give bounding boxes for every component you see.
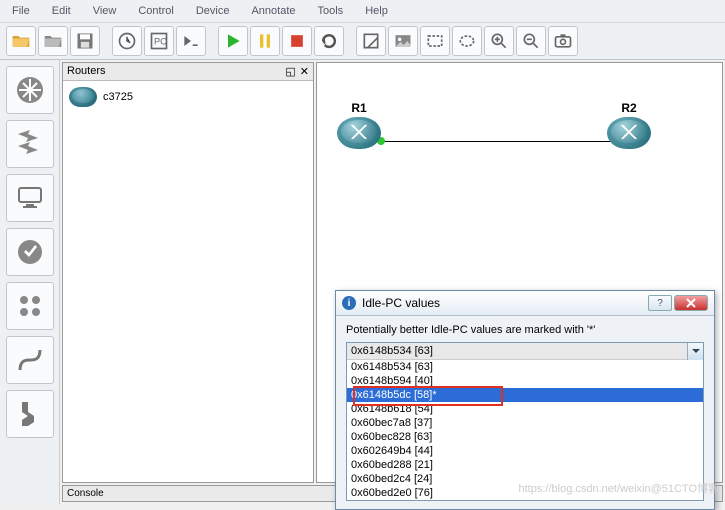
dialog-help-button[interactable]: ? — [648, 295, 672, 311]
node-label: R1 — [337, 101, 381, 115]
node-r1[interactable]: R1 — [337, 101, 381, 151]
connector-tool[interactable] — [6, 390, 54, 438]
menu-control[interactable]: Control — [134, 2, 177, 20]
svg-text:PC: PC — [154, 36, 167, 46]
open-button[interactable] — [6, 26, 36, 56]
menu-help[interactable]: Help — [361, 2, 392, 20]
combobox-dropdown: 0x6148b534 [63]0x6148b594 [40]0x6148b5dc… — [347, 359, 703, 500]
dialog-titlebar[interactable]: i Idle-PC values ? — [336, 291, 714, 316]
menu-file[interactable]: File — [8, 2, 34, 20]
router-template-label: c3725 — [103, 91, 133, 103]
menubar: File Edit View Control Device Annotate T… — [0, 0, 725, 23]
menu-view[interactable]: View — [89, 2, 121, 20]
zoomout-button[interactable] — [516, 26, 546, 56]
combobox-option[interactable]: 0x602649b4 [44] — [347, 444, 703, 458]
dialog-hint: Potentially better Idle-PC values are ma… — [346, 324, 704, 336]
save-button[interactable] — [70, 26, 100, 56]
pause-button[interactable] — [250, 26, 280, 56]
idlepc-button[interactable]: PC — [144, 26, 174, 56]
combobox-option[interactable]: 0x60bed288 [21] — [347, 458, 703, 472]
combobox-option[interactable]: 0x6148b5dc [58]* — [347, 388, 703, 402]
combobox-selected: 0x6148b534 [63] — [347, 343, 703, 359]
combobox-arrow-icon[interactable] — [687, 343, 703, 360]
router-icon — [337, 117, 381, 149]
reload-button[interactable] — [314, 26, 344, 56]
menu-edit[interactable]: Edit — [48, 2, 75, 20]
watermark: https://blog.csdn.net/weixin@51CTO博客 — [519, 480, 720, 496]
console-button[interactable] — [176, 26, 206, 56]
dialog-icon: i — [342, 296, 356, 310]
idlepc-combobox[interactable]: 0x6148b534 [63] 0x6148b534 [63]0x6148b59… — [346, 342, 704, 501]
router-icon — [69, 87, 97, 107]
all-category[interactable] — [6, 282, 54, 330]
router-template-item[interactable]: c3725 — [67, 85, 309, 109]
node-label: R2 — [607, 101, 651, 115]
play-button[interactable] — [218, 26, 248, 56]
combobox-option[interactable]: 0x6148b618 [54] — [347, 402, 703, 416]
combobox-option[interactable]: 0x60bec7a8 [37] — [347, 416, 703, 430]
node-r2[interactable]: R2 — [607, 101, 651, 151]
routers-panel-title: Routers — [67, 65, 106, 78]
rect-button[interactable] — [420, 26, 450, 56]
ellipse-button[interactable] — [452, 26, 482, 56]
combobox-option[interactable]: 0x6148b534 [63] — [347, 360, 703, 374]
menu-device[interactable]: Device — [192, 2, 234, 20]
clock-button[interactable] — [112, 26, 142, 56]
routers-panel: Routers ◱ ✕ c3725 — [62, 62, 314, 483]
switches-category[interactable] — [6, 120, 54, 168]
panel-close-icon[interactable]: ✕ — [300, 65, 309, 78]
link-r1-r2[interactable] — [381, 141, 617, 142]
zoomin-button[interactable] — [484, 26, 514, 56]
combobox-option[interactable]: 0x60bec828 [63] — [347, 430, 703, 444]
link-category[interactable] — [6, 336, 54, 384]
dialog-title: Idle-PC values — [362, 296, 642, 310]
security-category[interactable] — [6, 228, 54, 276]
combobox-option[interactable]: 0x6148b594 [40] — [347, 374, 703, 388]
open2-button[interactable] — [38, 26, 68, 56]
router-icon — [607, 117, 651, 149]
endhosts-category[interactable] — [6, 174, 54, 222]
dialog-close-button[interactable] — [674, 295, 708, 311]
screenshot-button[interactable] — [548, 26, 578, 56]
note-button[interactable] — [356, 26, 386, 56]
routers-category[interactable] — [6, 66, 54, 114]
device-toolbar — [0, 60, 60, 504]
menu-tools[interactable]: Tools — [314, 2, 348, 20]
idlepc-dialog: i Idle-PC values ? Potentially better Id… — [335, 290, 715, 510]
image-button[interactable] — [388, 26, 418, 56]
main-toolbar: PC — [0, 23, 725, 60]
menu-annotate[interactable]: Annotate — [247, 2, 299, 20]
panel-float-icon[interactable]: ◱ — [285, 65, 295, 78]
stop-button[interactable] — [282, 26, 312, 56]
